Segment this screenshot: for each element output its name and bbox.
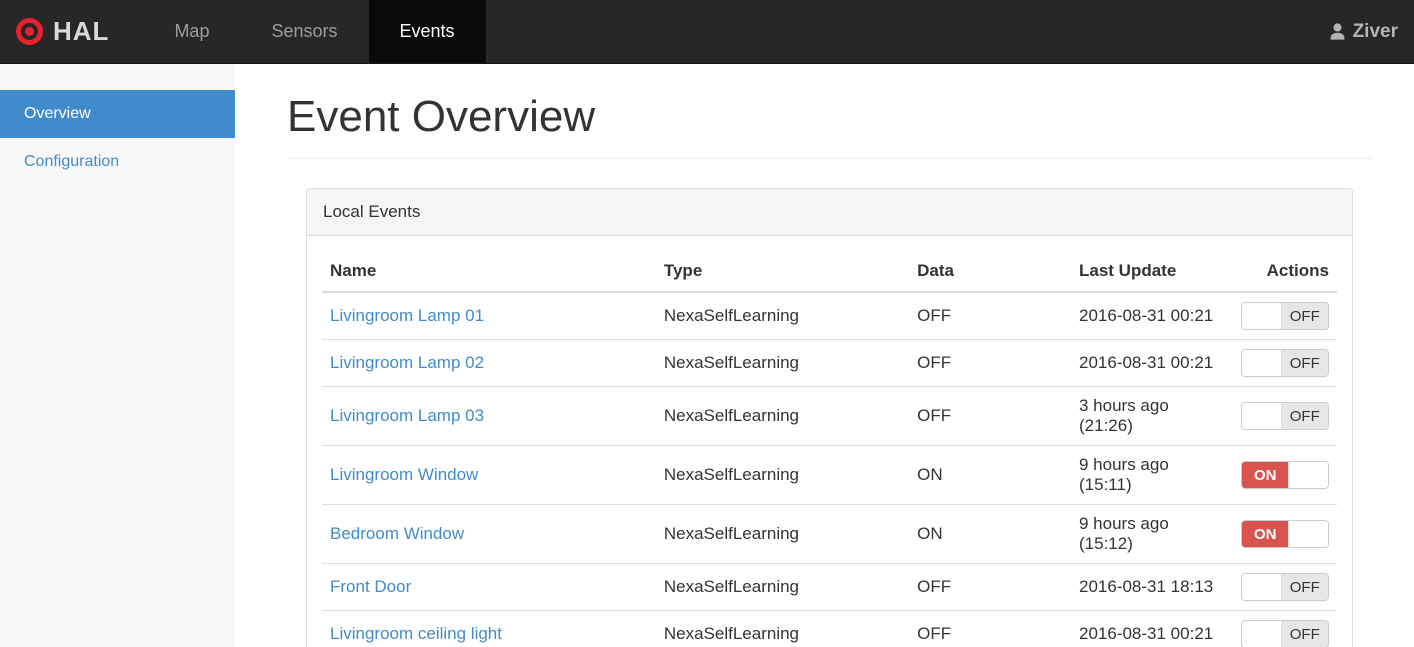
local-events-panel: Local Events Name Type Data Last Update Acti… bbox=[306, 188, 1353, 647]
cell-data: OFF bbox=[909, 610, 1071, 647]
sidebar: Overview Configuration bbox=[0, 64, 235, 647]
device-link[interactable]: Livingroom Lamp 01 bbox=[330, 306, 484, 325]
cell-data: OFF bbox=[909, 563, 1071, 611]
cell-actions: OFF bbox=[1232, 610, 1337, 647]
page-title: Event Overview bbox=[287, 92, 1372, 159]
cell-last-update: 2016-08-31 00:21 bbox=[1071, 610, 1233, 647]
cell-type: NexaSelfLearning bbox=[655, 504, 910, 564]
cell-last-update: 3 hours ago (21:26) bbox=[1071, 386, 1233, 446]
cell-data: ON bbox=[909, 504, 1071, 564]
brand[interactable]: HAL bbox=[0, 0, 127, 63]
device-link[interactable]: Livingroom Window bbox=[330, 465, 478, 484]
toggle-off-label: OFF bbox=[1281, 621, 1328, 647]
cell-actions: ON bbox=[1232, 504, 1337, 564]
user-name: Ziver bbox=[1352, 20, 1398, 42]
toggle-switch[interactable]: OFF bbox=[1241, 302, 1329, 330]
toggle-on-label: ON bbox=[1242, 521, 1289, 547]
cell-type: NexaSelfLearning bbox=[655, 563, 910, 611]
table-row: Front Door NexaSelfLearning OFF 2016-08-31 … bbox=[322, 563, 1337, 611]
navbar-tab-sensors[interactable]: Sensors bbox=[240, 0, 368, 63]
device-link[interactable]: Livingroom ceiling light bbox=[330, 624, 502, 643]
table-row: Livingroom Window NexaSelfLearning ON 9 hou… bbox=[322, 445, 1337, 505]
column-header-type: Type bbox=[655, 251, 910, 293]
cell-type: NexaSelfLearning bbox=[655, 445, 910, 505]
cell-name: Livingroom ceiling light bbox=[322, 610, 656, 647]
cell-actions: ON bbox=[1232, 445, 1337, 505]
cell-last-update: 2016-08-31 00:21 bbox=[1071, 292, 1233, 340]
device-link[interactable]: Livingroom Lamp 02 bbox=[330, 353, 484, 372]
cell-name: Livingroom Lamp 01 bbox=[322, 292, 656, 340]
panel-body: Name Type Data Last Update Actions Livingroo… bbox=[307, 236, 1352, 647]
toggle-handle bbox=[1288, 521, 1328, 547]
panel-title: Local Events bbox=[307, 189, 1352, 236]
toggle-switch[interactable]: OFF bbox=[1241, 349, 1329, 377]
table-row: Livingroom Lamp 01 NexaSelfLearning OFF 201… bbox=[322, 292, 1337, 340]
cell-last-update: 2016-08-31 18:13 bbox=[1071, 563, 1233, 611]
toggle-off-label: OFF bbox=[1281, 350, 1328, 376]
cell-data: ON bbox=[909, 445, 1071, 505]
cell-data: OFF bbox=[909, 386, 1071, 446]
toggle-switch[interactable]: OFF bbox=[1241, 620, 1329, 647]
column-header-last-update: Last Update bbox=[1071, 251, 1233, 293]
cell-last-update: 9 hours ago (15:11) bbox=[1071, 445, 1233, 505]
cell-type: NexaSelfLearning bbox=[655, 386, 910, 446]
table-row: Livingroom Lamp 03 NexaSelfLearning OFF 3 h… bbox=[322, 386, 1337, 446]
toggle-on-label: ON bbox=[1242, 462, 1289, 488]
content-wrap: Overview Configuration Event Overview Loc… bbox=[0, 64, 1414, 647]
cell-actions: OFF bbox=[1232, 563, 1337, 611]
device-link[interactable]: Livingroom Lamp 03 bbox=[330, 406, 484, 425]
cell-type: NexaSelfLearning bbox=[655, 610, 910, 647]
table-row: Livingroom ceiling light NexaSelfLearning… bbox=[322, 610, 1337, 647]
toggle-handle bbox=[1288, 462, 1328, 488]
events-table: Name Type Data Last Update Actions Livingroo… bbox=[322, 251, 1337, 647]
device-link[interactable]: Bedroom Window bbox=[330, 524, 464, 543]
cell-actions: OFF bbox=[1232, 292, 1337, 340]
toggle-handle bbox=[1242, 350, 1282, 376]
brand-title: HAL bbox=[53, 16, 110, 46]
toggle-switch[interactable]: ON bbox=[1241, 520, 1329, 548]
cell-type: NexaSelfLearning bbox=[655, 339, 910, 387]
navbar-tab-map[interactable]: Map bbox=[143, 0, 240, 63]
cell-actions: OFF bbox=[1232, 386, 1337, 446]
navbar-tabs: Map Sensors Events bbox=[143, 0, 486, 63]
cell-last-update: 2016-08-31 00:21 bbox=[1071, 339, 1233, 387]
column-header-data: Data bbox=[909, 251, 1071, 293]
sidebar-item-overview[interactable]: Overview bbox=[0, 90, 235, 138]
column-header-actions: Actions bbox=[1232, 251, 1337, 293]
toggle-handle bbox=[1242, 574, 1282, 600]
navbar-tab-events[interactable]: Events bbox=[368, 0, 486, 63]
column-header-name: Name bbox=[322, 251, 656, 293]
toggle-switch[interactable]: OFF bbox=[1241, 573, 1329, 601]
cell-data: OFF bbox=[909, 292, 1071, 340]
table-row: Bedroom Window NexaSelfLearning ON 9 hours … bbox=[322, 504, 1337, 564]
user-icon bbox=[1328, 22, 1347, 41]
cell-last-update: 9 hours ago (15:12) bbox=[1071, 504, 1233, 564]
toggle-off-label: OFF bbox=[1281, 303, 1328, 329]
device-link[interactable]: Front Door bbox=[330, 577, 411, 596]
cell-name: Front Door bbox=[322, 563, 656, 611]
toggle-handle bbox=[1242, 303, 1282, 329]
cell-type: NexaSelfLearning bbox=[655, 292, 910, 340]
cell-actions: OFF bbox=[1232, 339, 1337, 387]
main-content: Event Overview Local Events Name Type Data… bbox=[235, 64, 1414, 647]
top-navbar: HAL Map Sensors Events Ziver bbox=[0, 0, 1414, 64]
cell-name: Bedroom Window bbox=[322, 504, 656, 564]
table-row: Livingroom Lamp 02 NexaSelfLearning OFF 201… bbox=[322, 339, 1337, 387]
toggle-off-label: OFF bbox=[1281, 574, 1328, 600]
cell-name: Livingroom Lamp 02 bbox=[322, 339, 656, 387]
toggle-switch[interactable]: OFF bbox=[1241, 402, 1329, 430]
cell-name: Livingroom Window bbox=[322, 445, 656, 505]
toggle-switch[interactable]: ON bbox=[1241, 461, 1329, 489]
cell-data: OFF bbox=[909, 339, 1071, 387]
sidebar-item-configuration[interactable]: Configuration bbox=[0, 138, 235, 186]
user-menu[interactable]: Ziver bbox=[1328, 0, 1414, 63]
toggle-handle bbox=[1242, 621, 1282, 647]
toggle-off-label: OFF bbox=[1281, 403, 1328, 429]
cell-name: Livingroom Lamp 03 bbox=[322, 386, 656, 446]
toggle-handle bbox=[1242, 403, 1282, 429]
hal-logo-icon bbox=[16, 18, 43, 45]
